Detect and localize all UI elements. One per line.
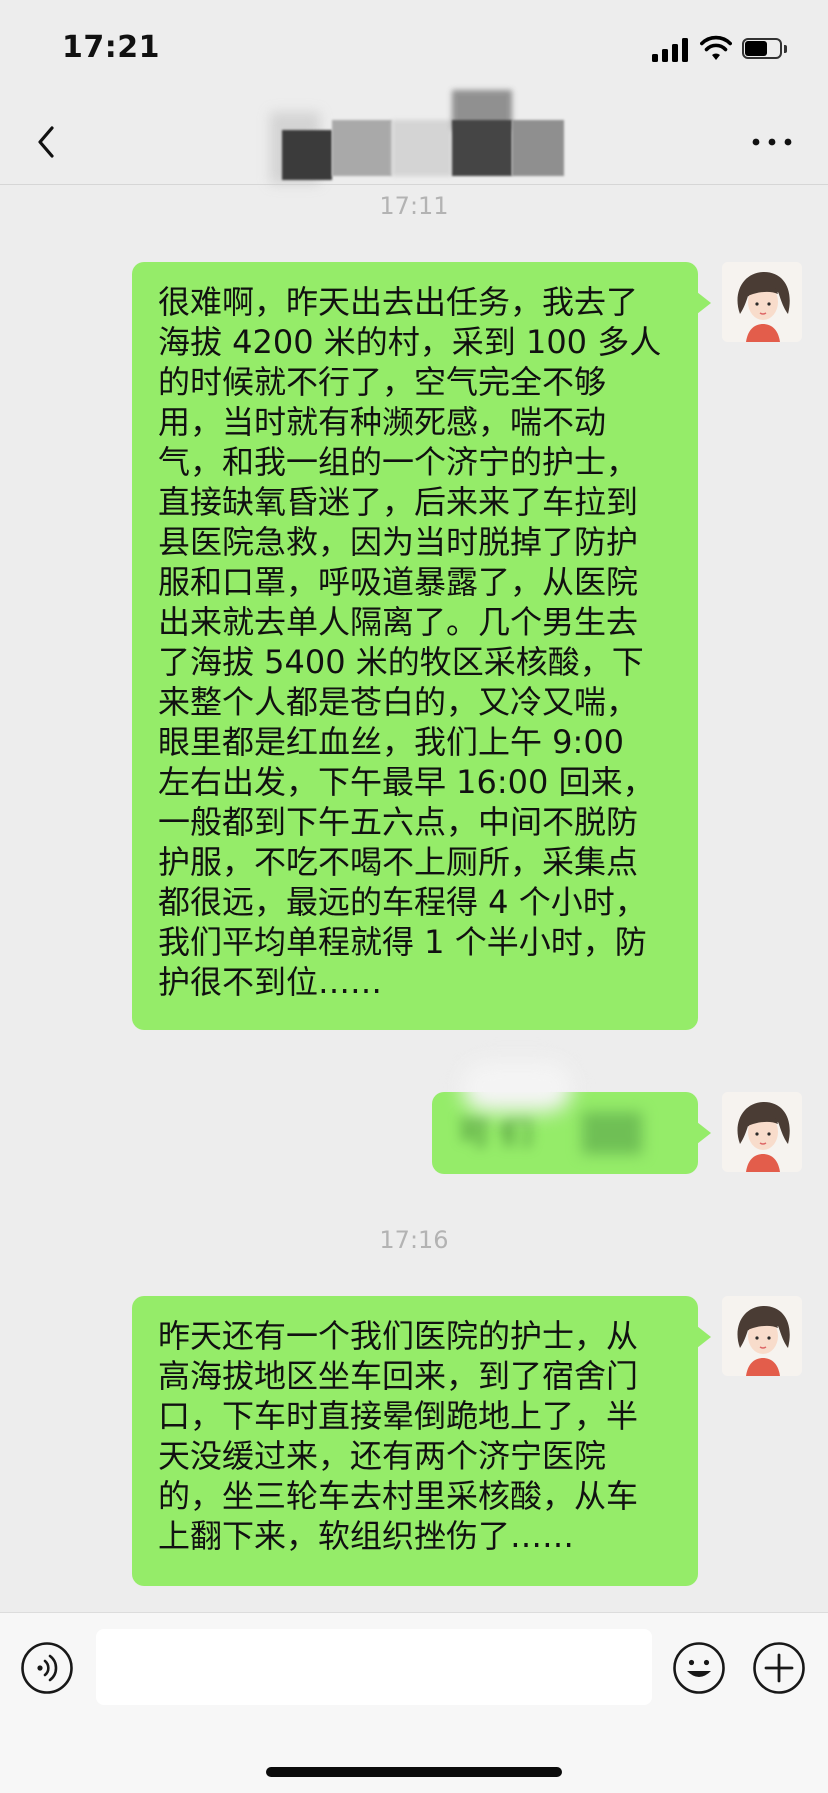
battery-level [745,41,767,56]
message-line: 都很远，最远的车程得 4 个小时， [158,883,647,921]
message-line: 海拔 4200 米的村，采到 100 多人 [158,323,662,361]
avatar-illustration [722,1296,802,1376]
message-line: 上翻下来，软组织挫伤了…… [158,1517,575,1555]
message-line: 出来就去单人隔离了。几个男生去 [158,603,639,641]
avatar-illustration [722,262,802,342]
message-line: 口，下车时直接晕倒跪地上了，半 [158,1397,639,1435]
message-row-3: 昨天还有一个我们医院的护士，从 高海拔地区坐车回来，到了宿舍门 口，下车时直接晕倒跪… [0,1296,828,1586]
message-line: 气，和我一组的一个济宁的护士， [158,443,639,481]
timestamp: 17:16 [379,1226,449,1254]
message-line: 服和口罩，呼吸道暴露了，从医院 [158,563,639,601]
message-line: 护服，不吃不喝不上厕所，采集点 [158,843,639,881]
message-bubble-2[interactable]: 可 们 [432,1062,711,1174]
chevron-left-icon[interactable] [28,120,68,164]
voice-icon[interactable] [20,1641,74,1695]
message-line: 了海拔 5400 米的牧区采核酸，下 [158,643,644,681]
message-line: 县医院急救，因为当时脱掉了防护 [158,523,639,561]
status-time: 17:21 [62,30,160,65]
battery-icon [742,38,788,61]
more-dots-icon[interactable] [748,122,796,162]
timestamp: 17:11 [379,192,449,220]
message-text-3: 昨天还有一个我们医院的护士，从 高海拔地区坐车回来，到了宿舍门 口，下车时直接晕倒跪… [158,1316,672,1556]
message-line: 左右出发，下午最早 16:00 回来， [158,763,655,801]
message-line: 一般都到下午五六点，中间不脱防 [158,803,639,841]
avatar[interactable] [722,262,802,342]
message-line: 来整个人都是苍白的，又冷又喘， [158,683,639,721]
message-bubble-3[interactable]: 昨天还有一个我们医院的护士，从 高海拔地区坐车回来，到了宿舍门 口，下车时直接晕倒跪… [132,1296,711,1586]
message-line: 护很不到位…… [158,963,383,1001]
wifi-icon [700,35,732,60]
home-indicator [266,1767,562,1777]
message-line: 很难啊，昨天出去出任务，我去了 [158,283,639,321]
message-input[interactable] [96,1629,652,1705]
avatar[interactable] [722,1296,802,1376]
message-line: 眼里都是红血丝，我们上午 9:00 [158,723,625,761]
input-bar [0,1612,828,1793]
message-row-2: 可 们 [0,1062,828,1176]
status-bar: 17:21 [0,0,828,100]
message-line: 我们平均单程就得 1 个半小时，防 [158,923,647,961]
message-row-1: 很难啊，昨天出去出任务，我去了 海拔 4200 米的村，采到 100 多人 的时候就… [0,262,828,1032]
message-line: 昨天还有一个我们医院的护士，从 [158,1317,639,1355]
emoji-icon[interactable] [672,1641,726,1695]
message-text-1: 很难啊，昨天出去出任务，我去了 海拔 4200 米的村，采到 100 多人 的时候就… [158,282,672,1002]
avatar-illustration [722,1092,802,1172]
message-line: 用，当时就有种濒死感，喘不动 [158,403,607,441]
message-line: 天没缓过来，还有两个济宁医院 [158,1437,607,1475]
message-line: 高海拔地区坐车回来，到了宿舍门 [158,1357,639,1395]
avatar[interactable] [722,1092,802,1172]
message-line: 的时候就不行了，空气完全不够 [158,363,607,401]
message-line: 直接缺氧昏迷了，后来来了车拉到 [158,483,639,521]
message-bubble-1[interactable]: 很难啊，昨天出去出任务，我去了 海拔 4200 米的村，采到 100 多人 的时候就… [132,262,711,1030]
plus-icon[interactable] [752,1641,806,1695]
chat-title-redacted [270,90,570,184]
message-line: 的，坐三轮车去村里采核酸，从车 [158,1477,639,1515]
cellular-signal-icon [652,36,690,62]
nav-bar [0,90,828,185]
